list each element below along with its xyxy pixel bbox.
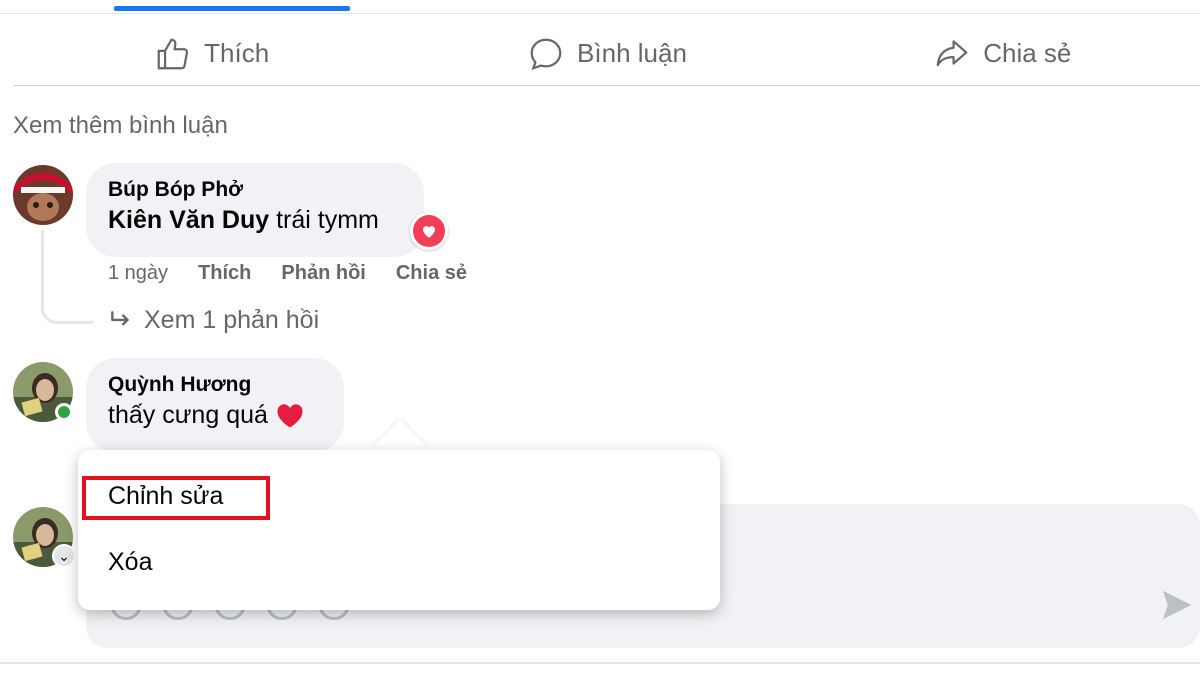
- comment-author[interactable]: Quỳnh Hương: [108, 372, 322, 398]
- comment-bubble: Quỳnh Hương thấy cưng quá: [86, 358, 344, 452]
- view-replies-link[interactable]: Xem 1 phản hồi: [108, 306, 319, 335]
- like-button[interactable]: Thích: [14, 22, 409, 85]
- comment-context-menu: Chỉnh sửa Xóa: [78, 450, 720, 610]
- thread-connector: [41, 230, 93, 324]
- mention-link[interactable]: Kiên Văn Duy: [108, 206, 269, 234]
- comment-author[interactable]: Búp Bóp Phở: [108, 177, 402, 203]
- comment-body: thấy cưng quá: [108, 401, 268, 429]
- highlight-annotation: [82, 476, 270, 520]
- user-avatar-icon: [13, 165, 73, 225]
- share-button[interactable]: Chia sẻ: [805, 22, 1200, 85]
- comment-share-button[interactable]: Chia sẻ: [396, 262, 467, 285]
- comment-timestamp[interactable]: 1 ngày: [108, 262, 168, 285]
- like-label: Thích: [204, 38, 270, 68]
- reply-arrow-icon: [111, 310, 129, 325]
- share-icon: [936, 39, 968, 66]
- comment-reply-button[interactable]: Phản hồi: [281, 262, 365, 285]
- comment-bubble: Búp Bóp Phở Kiên Văn Duy trái tymm: [86, 163, 424, 257]
- online-status-indicator: [55, 403, 73, 421]
- bottom-divider: [0, 662, 1200, 664]
- view-replies-label: Xem 1 phản hồi: [144, 306, 320, 334]
- delete-menu-item[interactable]: Xóa: [108, 548, 152, 577]
- heart-emoji-icon: [275, 401, 305, 429]
- comment-like-button[interactable]: Thích: [198, 262, 251, 285]
- view-more-comments-link[interactable]: Xem thêm bình luận: [13, 112, 228, 140]
- thumbs-up-icon: [157, 38, 189, 69]
- comment-body: trái tymm: [269, 206, 379, 234]
- comment-icon: [530, 38, 562, 70]
- share-label: Chia sẻ: [983, 38, 1072, 68]
- comment-button[interactable]: Bình luận: [409, 22, 804, 85]
- comment-label: Bình luận: [577, 38, 687, 68]
- send-icon[interactable]: [1160, 588, 1194, 622]
- post-action-bar: Thích Bình luận Chia sẻ: [14, 22, 1200, 86]
- heart-reaction-icon[interactable]: [410, 212, 448, 250]
- comment-meta: 1 ngày Thích Phản hồi Chia sẻ: [108, 262, 467, 285]
- active-tab-indicator: [114, 6, 350, 11]
- chevron-down-icon[interactable]: ⌄: [52, 544, 76, 568]
- comment-text: thấy cưng quá: [108, 398, 322, 432]
- comment-text: Kiên Văn Duy trái tymm: [108, 203, 402, 237]
- avatar[interactable]: [13, 165, 73, 225]
